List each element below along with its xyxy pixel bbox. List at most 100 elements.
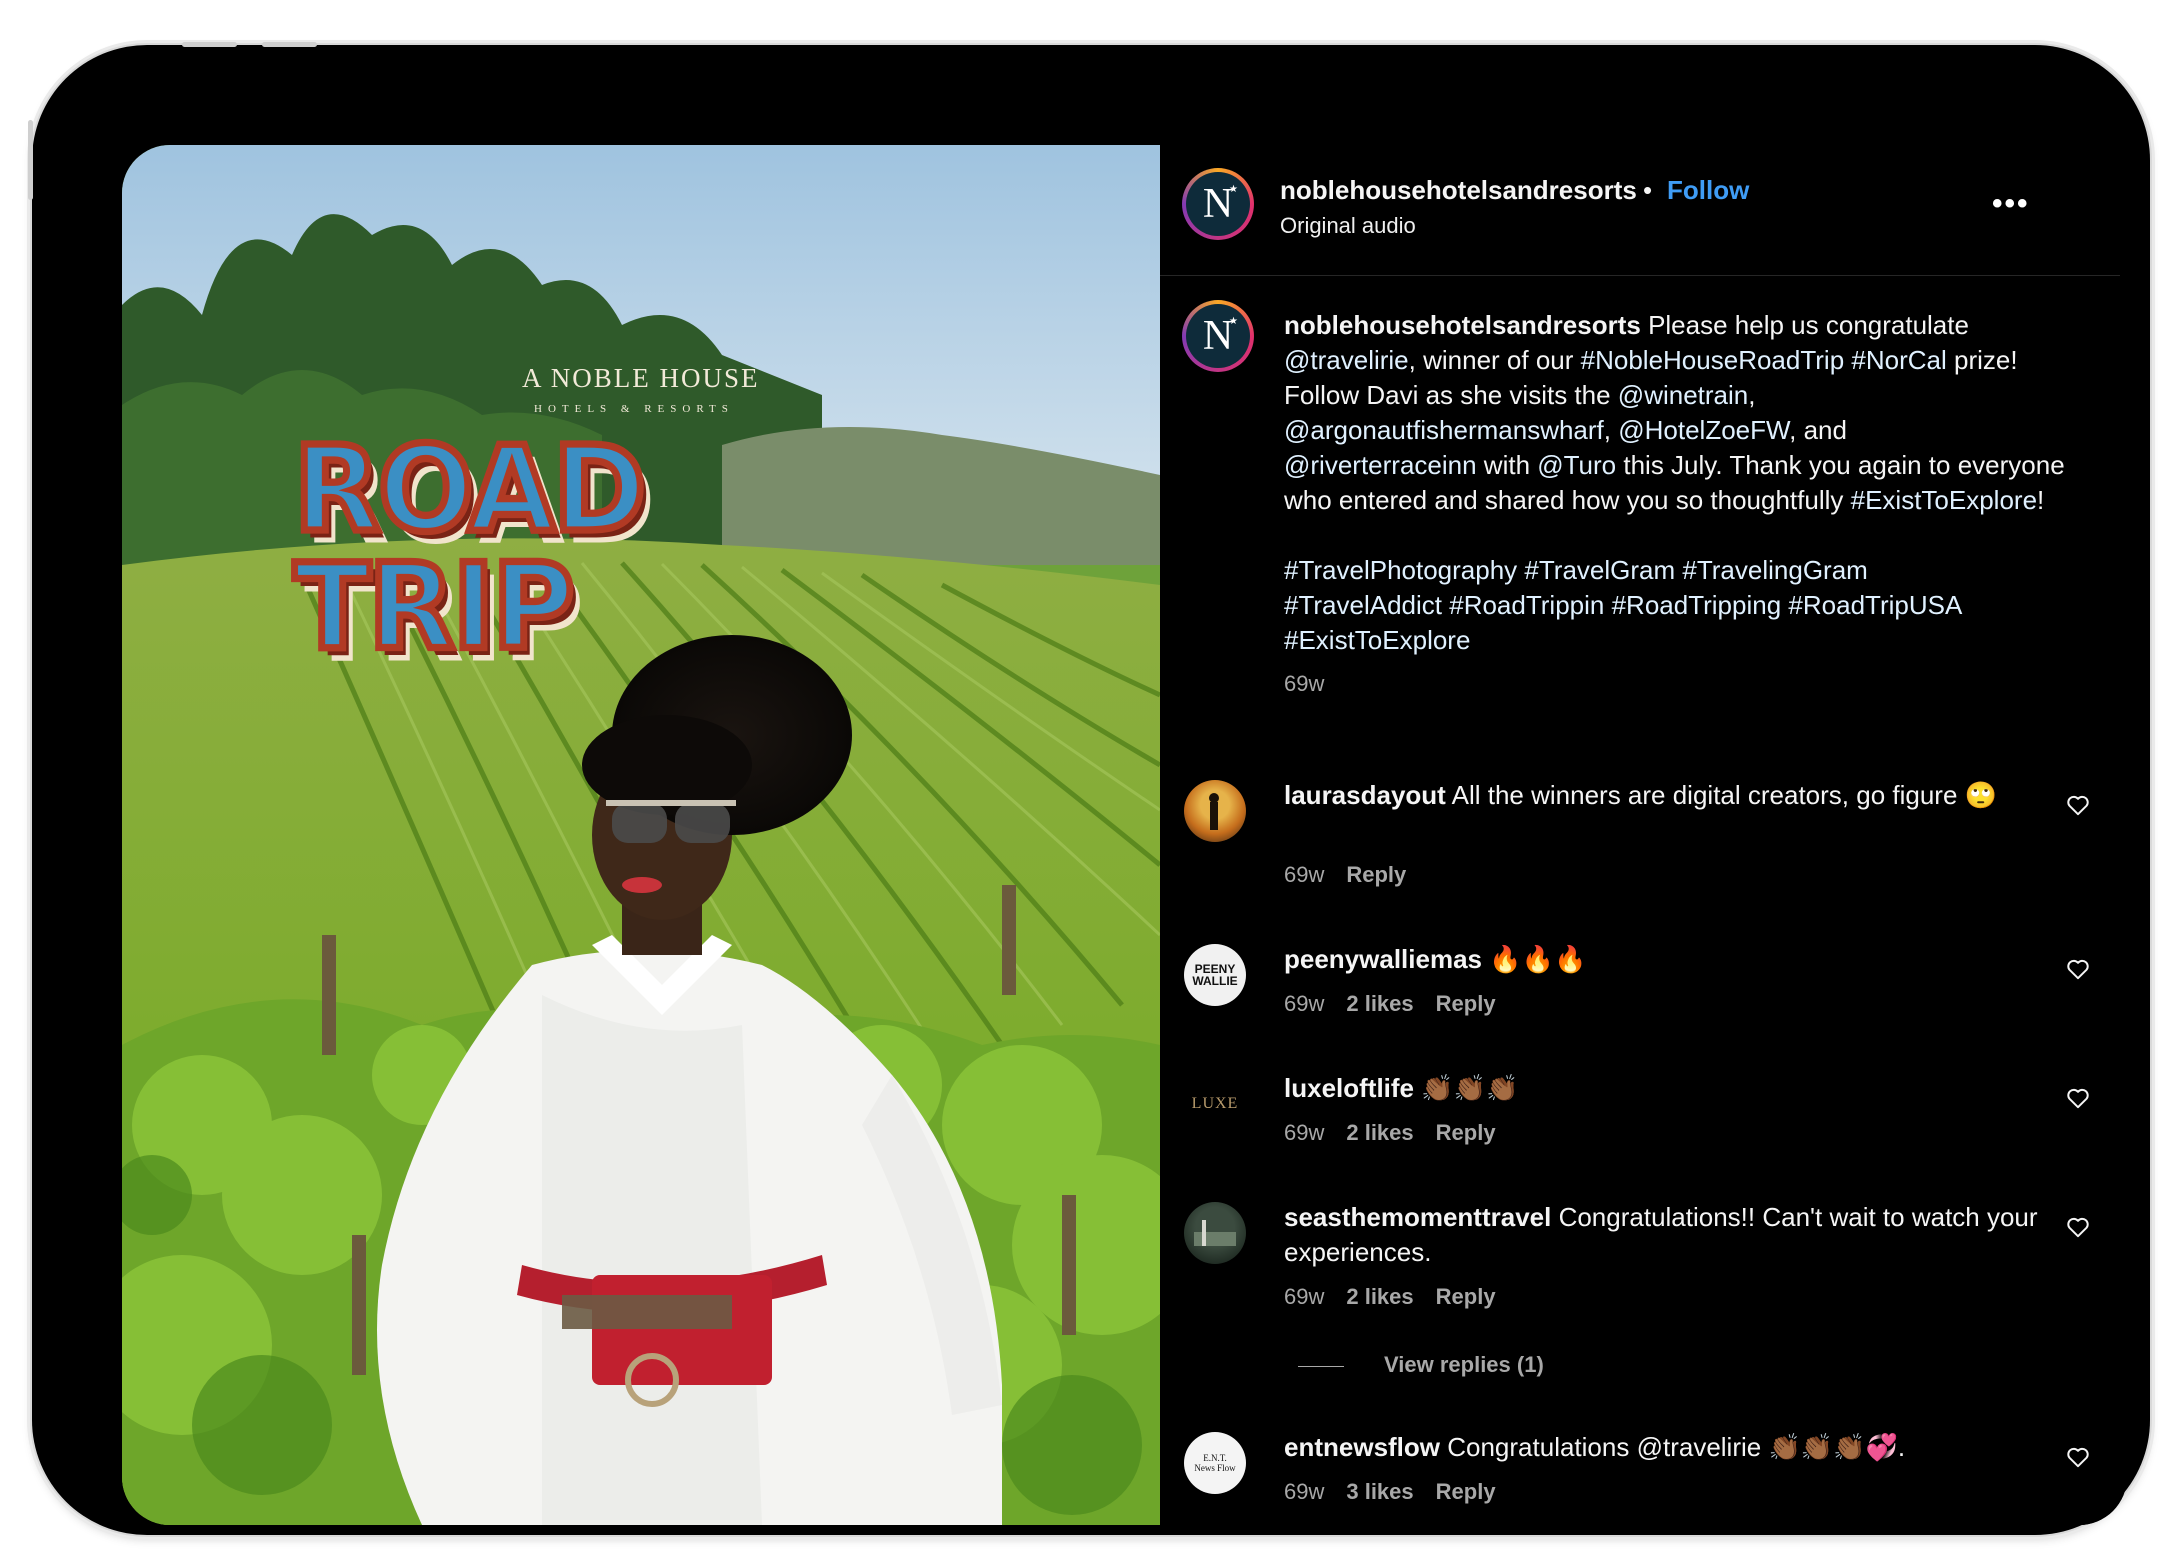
comment-body: laurasdayout All the winners are digital… xyxy=(1284,778,2044,813)
volume-button xyxy=(28,120,33,200)
hashtag-link[interactable]: #RoadTripping xyxy=(1612,590,1782,620)
comment-likes[interactable]: 3 likes xyxy=(1346,1479,1413,1504)
heart-icon[interactable] xyxy=(2065,1085,2091,1111)
comment-time: 69w xyxy=(1284,1120,1325,1145)
hashtag-link[interactable]: #TravelAddict xyxy=(1284,590,1442,620)
separator-dot: • xyxy=(1643,175,1653,205)
comment-body: luxeloftlife 👏🏾👏🏾👏🏾 xyxy=(1284,1071,2044,1106)
caption-text: , xyxy=(1603,415,1619,445)
account-username[interactable]: noblehousehotelsandresorts xyxy=(1280,175,1637,206)
mention-link[interactable]: @argonautfishermanswharf xyxy=(1284,415,1604,445)
avatar-logo-text: LUXE xyxy=(1191,1095,1239,1112)
hashtag-link[interactable]: #ExistToExplore xyxy=(1284,625,1470,655)
comment-meta: 69w Reply xyxy=(1284,862,1428,888)
tablet-frame: A NOBLE HOUSE HOTELS & RESORTS ROAD TRIP… xyxy=(28,42,2150,1535)
post-media[interactable]: A NOBLE HOUSE HOTELS & RESORTS ROAD TRIP xyxy=(122,145,1160,1525)
audio-label[interactable]: Original audio xyxy=(1280,213,1416,239)
header-divider xyxy=(1160,275,2120,276)
comment-text: 🔥🔥🔥 xyxy=(1482,944,1587,974)
commenter-avatar[interactable] xyxy=(1184,1202,1246,1264)
hashtag-link[interactable]: #TravelingGram xyxy=(1682,555,1867,585)
post-header: N ★ noblehousehotelsandresorts • Follow … xyxy=(1160,145,2127,275)
follow-button[interactable]: Follow xyxy=(1667,175,1749,206)
commenter-avatar[interactable]: E.N.T. News Flow xyxy=(1184,1432,1246,1494)
screen: A NOBLE HOUSE HOTELS & RESORTS ROAD TRIP… xyxy=(122,145,2127,1525)
mention-link[interactable]: @riverterraceinn xyxy=(1284,450,1477,480)
commenter-username[interactable]: luxeloftlife xyxy=(1284,1073,1414,1103)
comment-time: 69w xyxy=(1284,991,1325,1016)
road-trip-headline: ROAD TRIP xyxy=(291,421,650,677)
comment-likes[interactable]: 2 likes xyxy=(1346,1120,1413,1145)
hashtag-link[interactable]: #RoadTrippin xyxy=(1449,590,1604,620)
caption-avatar[interactable]: N ★ xyxy=(1182,300,1254,372)
heart-icon[interactable] xyxy=(2065,1444,2091,1470)
caption-username[interactable]: noblehousehotelsandresorts xyxy=(1284,310,1641,340)
mention-link[interactable]: @winetrain xyxy=(1618,380,1748,410)
hashtag-link[interactable]: #TravelGram xyxy=(1524,555,1675,585)
comment-time: 69w xyxy=(1284,862,1325,887)
caption-text: , xyxy=(1748,380,1756,410)
star-icon: ★ xyxy=(1229,184,1238,195)
commenter-avatar[interactable]: PEENY WALLIE xyxy=(1184,944,1246,1006)
replies-line xyxy=(1298,1365,1344,1367)
comment-likes[interactable]: 2 likes xyxy=(1346,1284,1413,1309)
commenter-username[interactable]: seasthemomenttravel xyxy=(1284,1202,1551,1232)
hashtag-link[interactable]: #ExistToExplore xyxy=(1851,485,2037,515)
avatar-inner: N ★ xyxy=(1186,172,1250,236)
heart-icon[interactable] xyxy=(2065,956,2091,982)
commenter-username[interactable]: entnewsflow xyxy=(1284,1432,1440,1462)
comment-meta: 69w 2 likes Reply xyxy=(1284,1120,1518,1146)
comment-likes[interactable]: 2 likes xyxy=(1346,991,1413,1016)
reply-button[interactable]: Reply xyxy=(1346,862,1406,887)
landscape-icon xyxy=(1194,1220,1236,1246)
commenter-username[interactable]: laurasdayout xyxy=(1284,780,1446,810)
view-replies-button[interactable]: View replies (1) xyxy=(1298,1352,1544,1378)
hashtag-link[interactable]: #RoadTripUSA xyxy=(1788,590,1962,620)
top-button-2 xyxy=(262,42,317,47)
comment-body: peenywalliemas 🔥🔥🔥 xyxy=(1284,942,2044,977)
comment-text: All the winners are digital creators, go… xyxy=(1445,780,1998,810)
comment-meta: 69w 2 likes Reply xyxy=(1284,991,1518,1017)
media-scene xyxy=(122,145,1160,1525)
reply-button[interactable]: Reply xyxy=(1436,1479,1496,1504)
heart-icon[interactable] xyxy=(2065,1214,2091,1240)
caption-text: Please help us congratulate xyxy=(1640,310,1969,340)
comment-text: 👏🏾👏🏾👏🏾 xyxy=(1414,1073,1519,1103)
mention-link[interactable]: @travelirie xyxy=(1284,345,1409,375)
brand-logo-text: A NOBLE HOUSE xyxy=(522,363,760,393)
reply-button[interactable]: Reply xyxy=(1436,991,1496,1016)
comment-meta: 69w 3 likes Reply xyxy=(1284,1479,1518,1505)
top-button xyxy=(182,42,237,47)
caption-text: ! xyxy=(2037,485,2045,515)
commenter-avatar[interactable]: LUXE xyxy=(1184,1073,1246,1135)
account-avatar[interactable]: N ★ xyxy=(1182,168,1254,240)
post-caption: noblehousehotelsandresorts Please help u… xyxy=(1284,308,2084,701)
silhouette-icon xyxy=(1209,793,1219,830)
comment-text: Congratulations @travelirie 👏🏾👏🏾👏🏾💞. xyxy=(1440,1432,1906,1462)
hashtag-link[interactable]: #NorCal xyxy=(1851,345,1946,375)
comment-time: 69w xyxy=(1284,1284,1325,1309)
comment-time: 69w xyxy=(1284,1479,1325,1504)
heart-icon[interactable] xyxy=(2065,792,2091,818)
hashtag-list: #TravelPhotography #TravelGram #Travelin… xyxy=(1284,553,2084,658)
caption-text: , winner of our xyxy=(1408,345,1581,375)
reply-button[interactable]: Reply xyxy=(1436,1284,1496,1309)
mention-link[interactable]: @HotelZoeFW xyxy=(1618,415,1789,445)
star-icon: ★ xyxy=(1229,316,1238,327)
commenter-username[interactable]: peenywalliemas xyxy=(1284,944,1482,974)
hashtag-link[interactable]: #TravelPhotography xyxy=(1284,555,1517,585)
comment-meta: 69w 2 likes Reply xyxy=(1284,1284,1518,1310)
post-details-panel: N ★ noblehousehotelsandresorts • Follow … xyxy=(1160,145,2127,1525)
avatar-logo-text: PEENY WALLIE xyxy=(1192,962,1238,988)
mention-link[interactable]: @Turo xyxy=(1537,450,1616,480)
hashtag-link[interactable]: #NobleHouseRoadTrip xyxy=(1581,345,1845,375)
more-icon[interactable]: ••• xyxy=(1992,187,2030,221)
caption-timestamp: 69w xyxy=(1284,671,1325,696)
comment-body: entnewsflow Congratulations @travelirie … xyxy=(1284,1430,2044,1465)
view-replies-label: View replies (1) xyxy=(1384,1352,1544,1377)
caption-text: with xyxy=(1476,450,1538,480)
avatar-logo-text: E.N.T. News Flow xyxy=(1194,1453,1236,1473)
brand-logo-subtext: HOTELS & RESORTS xyxy=(534,403,734,415)
reply-button[interactable]: Reply xyxy=(1436,1120,1496,1145)
commenter-avatar[interactable] xyxy=(1184,780,1246,842)
